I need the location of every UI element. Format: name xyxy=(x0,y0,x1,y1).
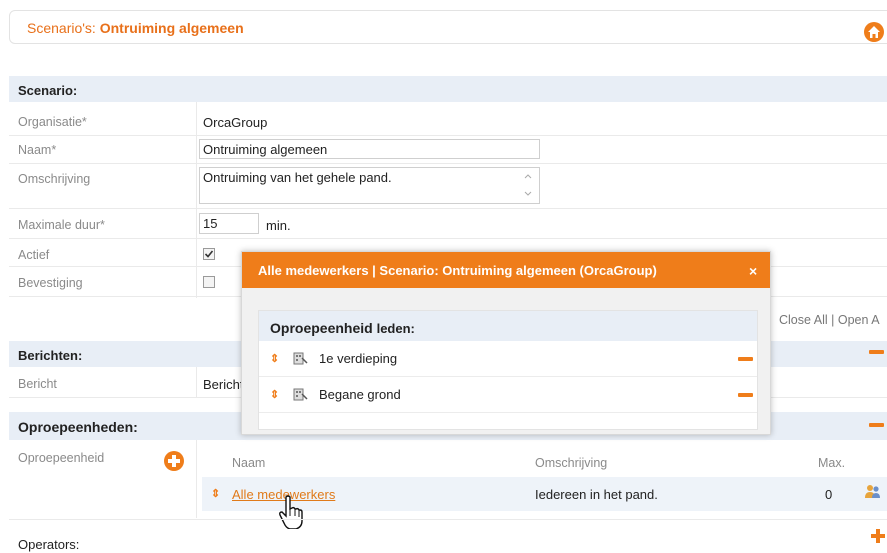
open-all-link[interactable]: Open A xyxy=(838,313,880,327)
page-title: Scenario's: Ontruiming algemeen xyxy=(27,20,244,36)
collapse-berichten-button[interactable] xyxy=(869,350,884,354)
expand-operators-button[interactable] xyxy=(871,529,885,543)
column-header-naam: Naam xyxy=(232,456,266,470)
maximale-duur-input[interactable]: 15 xyxy=(199,213,259,234)
page-title-name: Ontruiming algemeen xyxy=(99,20,244,36)
members-panel-title: Oproepeenheid xyxy=(270,320,373,336)
column-header-max: Max. xyxy=(818,456,846,470)
building-unit-icon xyxy=(292,350,308,366)
remove-member-button[interactable] xyxy=(738,357,753,361)
members-panel-header: Oproepeenheid leden: xyxy=(259,311,757,341)
organisatie-value: OrcaGroup xyxy=(203,115,268,130)
bericht-label: Bericht xyxy=(18,377,57,391)
member-name: 1e verdieping xyxy=(319,351,398,366)
maximale-duur-input-value: 15 xyxy=(203,216,218,231)
add-oproepeenheid-button[interactable] xyxy=(164,451,184,471)
members-panel: Oproepeenheid leden: ⇕ 1e verdieping ⇕ B… xyxy=(258,310,758,430)
divider xyxy=(9,208,887,209)
collapse-links: Close All | Open A xyxy=(779,313,880,327)
naam-label: Naam* xyxy=(18,143,57,157)
home-button[interactable] xyxy=(864,22,884,42)
list-item: ⇕ Begane grond xyxy=(259,377,757,413)
members-panel-subtitle: leden: xyxy=(376,321,415,336)
hand-cursor-icon xyxy=(278,495,306,531)
scroll-arrows-icon xyxy=(524,174,532,196)
close-all-link[interactable]: Close All xyxy=(779,313,828,327)
links-separator: | xyxy=(827,313,838,327)
omschrijving-textarea-value: Ontruiming van het gehele pand. xyxy=(203,170,392,185)
operators-section-header: Operators: xyxy=(9,529,887,553)
row-omschrijving: Iedereen in het pand. xyxy=(535,487,658,502)
naam-input[interactable]: Ontruiming algemeen xyxy=(199,139,540,159)
home-icon xyxy=(868,26,880,38)
naam-input-value: Ontruiming algemeen xyxy=(203,142,328,157)
drag-handle-icon[interactable]: ⇕ xyxy=(270,352,279,365)
divider xyxy=(9,238,887,239)
divider xyxy=(9,163,887,164)
building-unit-icon xyxy=(292,386,308,402)
bevestiging-checkbox[interactable] xyxy=(203,276,215,288)
users-icon-svg xyxy=(865,485,880,498)
column-divider xyxy=(196,102,197,298)
omschrijving-textarea[interactable]: Ontruiming van het gehele pand. xyxy=(199,167,540,204)
maximale-duur-unit: min. xyxy=(266,218,291,233)
bericht-value: Bericht xyxy=(203,377,244,392)
scenario-section-header: Scenario: xyxy=(9,76,887,102)
checkmark-icon xyxy=(204,250,214,258)
drag-handle-icon[interactable]: ⇕ xyxy=(211,487,220,500)
collapse-oproepeenheden-button[interactable] xyxy=(869,423,884,427)
omschrijving-label: Omschrijving xyxy=(18,172,91,186)
page-title-prefix: Scenario's: xyxy=(27,20,100,36)
maximale-duur-label: Maximale duur* xyxy=(18,218,105,232)
modal-close-button[interactable]: × xyxy=(749,263,757,279)
page-header: Scenario's: Ontruiming algemeen xyxy=(9,10,887,44)
divider xyxy=(9,519,887,520)
oproepeenheid-label: Oproepeenheid xyxy=(18,451,105,465)
users-icon[interactable] xyxy=(864,484,882,500)
drag-handle-icon[interactable]: ⇕ xyxy=(270,388,279,401)
bevestiging-label: Bevestiging xyxy=(18,276,83,290)
remove-member-button[interactable] xyxy=(738,393,753,397)
column-divider xyxy=(196,440,197,518)
member-name: Begane grond xyxy=(319,387,401,402)
modal-title: Alle medewerkers | Scenario: Ontruiming … xyxy=(242,252,770,288)
organisatie-label: Organisatie* xyxy=(18,115,87,129)
textarea-scrollbar[interactable] xyxy=(523,170,537,203)
list-item: ⇕ 1e verdieping xyxy=(259,341,757,377)
members-modal: Alle medewerkers | Scenario: Ontruiming … xyxy=(241,251,771,435)
column-divider xyxy=(196,367,197,397)
actief-checkbox[interactable] xyxy=(203,248,215,260)
actief-label: Actief xyxy=(18,248,50,262)
divider xyxy=(9,135,887,136)
row-max: 0 xyxy=(825,487,833,502)
column-header-omschrijving: Omschrijving xyxy=(535,456,608,470)
